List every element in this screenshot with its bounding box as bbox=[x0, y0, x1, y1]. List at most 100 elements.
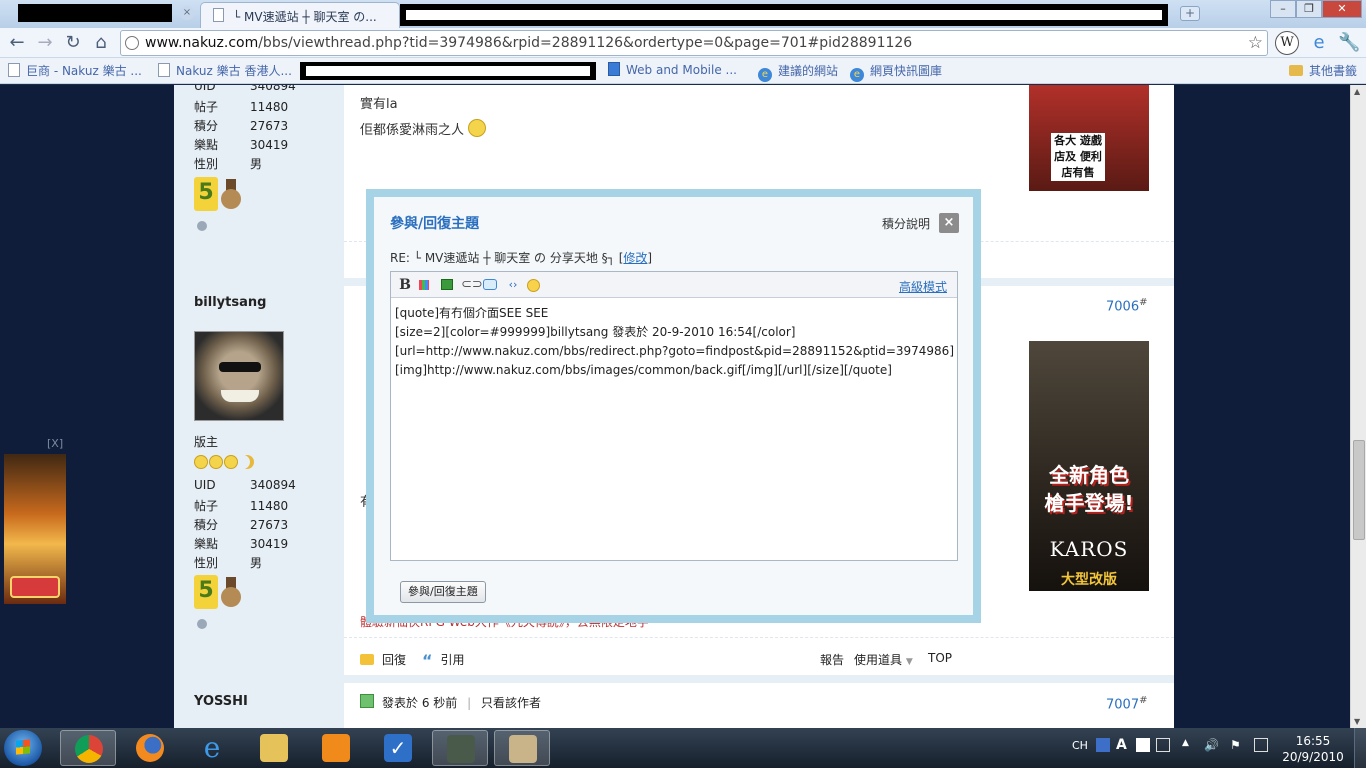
post-number[interactable]: 7007# bbox=[1106, 695, 1147, 712]
image-icon[interactable] bbox=[441, 279, 453, 290]
volume-icon[interactable]: 🔊 bbox=[1204, 738, 1219, 752]
stat-row: UID 340894 bbox=[194, 85, 296, 93]
explorer-taskbar-icon[interactable] bbox=[246, 730, 302, 766]
reply-action[interactable]: 回復 bbox=[360, 651, 406, 668]
page-icon bbox=[608, 62, 620, 76]
jushang-taskbar-icon[interactable] bbox=[494, 730, 550, 766]
top-right-ad[interactable]: 各大 遊戲店及 便利店有售 bbox=[1029, 85, 1149, 191]
stat-row: 帖子 11480 bbox=[194, 100, 289, 114]
edit-link[interactable]: 修改 bbox=[623, 251, 647, 265]
color-grid-icon[interactable] bbox=[419, 280, 429, 290]
divider bbox=[344, 637, 1174, 638]
advanced-mode-link[interactable]: 高級模式 bbox=[899, 278, 947, 295]
editor-textarea[interactable]: [quote]有冇個介面SEE SEE [size=2][color=#9999… bbox=[395, 304, 955, 380]
tools-action[interactable]: 使用道具 ▼ bbox=[854, 651, 913, 668]
chevron-down-icon: ▼ bbox=[905, 657, 913, 667]
reply-dialog: 參與/回復主題 積分說明 × RE: └ MV速遞站 ┼ 聊天室 の 分享天地 … bbox=[366, 189, 981, 623]
editor-toolbar: B ⊂⊃ ‹› 高級模式 bbox=[391, 272, 957, 298]
dialog-title: 參與/回復主題 bbox=[390, 216, 480, 232]
back-arrow-icon[interactable]: ← bbox=[6, 32, 28, 54]
karos-ad[interactable]: 全新角色 槍手登場! KAROS 大型改版 bbox=[1029, 341, 1149, 591]
scroll-up-icon[interactable]: ▲ bbox=[1354, 87, 1360, 96]
post-number[interactable]: 7006# bbox=[1106, 297, 1147, 314]
page-scrollbar[interactable]: ▲ ▼ bbox=[1350, 85, 1366, 728]
home-icon[interactable]: ⌂ bbox=[90, 32, 112, 54]
bold-button[interactable]: B bbox=[397, 277, 413, 293]
quote-action[interactable]: “引用 bbox=[422, 651, 465, 670]
app-taskbar-icon[interactable]: ✓ bbox=[370, 730, 426, 766]
credits-help-link[interactable]: 積分說明 bbox=[882, 215, 930, 232]
bookmark-item[interactable]: e 網頁快訊圖庫 bbox=[850, 62, 942, 82]
stat-row: UID 340894 bbox=[194, 478, 296, 492]
quote-bubble-icon[interactable] bbox=[483, 279, 497, 290]
scroll-down-icon[interactable]: ▼ bbox=[1354, 717, 1360, 726]
code-icon[interactable]: ‹› bbox=[505, 277, 521, 293]
redacted-tabs[interactable] bbox=[400, 4, 1168, 26]
close-icon[interactable]: × bbox=[939, 213, 959, 233]
redacted-tab[interactable] bbox=[18, 4, 172, 22]
show-hidden-icon[interactable]: ▲ bbox=[1182, 738, 1196, 752]
bookmark-item[interactable]: 巨商 - Nakuz 樂古 ... bbox=[8, 62, 142, 79]
address-bar[interactable]: www.nakuz.com/bbs/viewthread.php?tid=397… bbox=[120, 30, 1268, 56]
reply-editor[interactable]: B ⊂⊃ ‹› 高級模式 [quote]有冇個介面SEE SEE [size=2… bbox=[390, 271, 958, 561]
new-tab-button[interactable]: + bbox=[1180, 6, 1200, 21]
ie-icon: e bbox=[758, 68, 772, 82]
font-icon[interactable]: A bbox=[1116, 738, 1130, 752]
menu-icon[interactable] bbox=[1156, 738, 1170, 752]
clock[interactable]: 16:55 20/9/2010 bbox=[1278, 733, 1348, 765]
wrench-icon[interactable]: 🔧 bbox=[1338, 32, 1360, 54]
rank-stars bbox=[194, 455, 254, 472]
left-ad-close[interactable]: [X] bbox=[47, 437, 63, 450]
ie-tab-icon[interactable]: e bbox=[1308, 32, 1330, 54]
redacted-bookmark[interactable] bbox=[300, 62, 596, 80]
reload-icon[interactable]: ↻ bbox=[62, 32, 84, 54]
ie-taskbar-icon[interactable]: e bbox=[184, 730, 240, 766]
ime-icon[interactable] bbox=[1096, 738, 1110, 752]
folder-icon bbox=[1289, 65, 1303, 76]
bookmark-star-icon[interactable]: ☆ bbox=[1248, 33, 1263, 53]
report-action[interactable]: 報告 bbox=[820, 651, 844, 668]
show-desktop-button[interactable] bbox=[1354, 728, 1366, 768]
link-icon[interactable]: ⊂⊃ bbox=[461, 277, 483, 293]
extension-icon[interactable]: W bbox=[1275, 31, 1299, 55]
other-bookmarks[interactable]: 其他書籤 bbox=[1289, 62, 1357, 79]
start-button[interactable] bbox=[4, 730, 42, 766]
bookmarks-bar: 巨商 - Nakuz 樂古 ... Nakuz 樂古 香港人... Web an… bbox=[0, 58, 1366, 84]
display-icon[interactable] bbox=[1136, 738, 1150, 752]
avatar[interactable] bbox=[194, 331, 284, 421]
bookmark-item[interactable]: Nakuz 樂古 香港人... bbox=[158, 62, 292, 79]
browser-tab-strip: × └ MV速遞站 ┼ 聊天室 の... + – ❐ ✕ bbox=[0, 0, 1366, 28]
bookmark-item[interactable]: Web and Mobile ... bbox=[608, 62, 737, 77]
tab-close-icon[interactable]: × bbox=[180, 6, 194, 20]
page-icon bbox=[213, 8, 224, 22]
input-language[interactable]: CH bbox=[1072, 739, 1088, 752]
bookmark-item[interactable]: e 建議的網站 bbox=[758, 62, 838, 82]
pin-icon bbox=[197, 221, 207, 231]
smiley-icon[interactable] bbox=[527, 279, 540, 292]
user-rank: 版主 bbox=[194, 435, 219, 449]
chrome-taskbar-icon[interactable] bbox=[60, 730, 116, 766]
pin-icon bbox=[197, 619, 207, 629]
page-icon bbox=[158, 63, 170, 77]
top-action[interactable]: TOP bbox=[928, 651, 952, 665]
username[interactable]: billytsang bbox=[194, 295, 266, 310]
submit-reply-button[interactable]: 參與/回復主題 bbox=[400, 581, 486, 603]
scroll-thumb[interactable] bbox=[1353, 440, 1365, 540]
reply-icon bbox=[360, 654, 374, 665]
network-icon[interactable] bbox=[1254, 738, 1268, 752]
maximize-button[interactable]: ❐ bbox=[1296, 0, 1322, 18]
close-window-button[interactable]: ✕ bbox=[1322, 0, 1362, 18]
tab-active[interactable]: └ MV速遞站 ┼ 聊天室 の... bbox=[200, 2, 400, 28]
ie-icon: e bbox=[850, 68, 864, 82]
medal-icons: 5 bbox=[194, 177, 242, 213]
stat-row: 樂點 30419 bbox=[194, 138, 289, 152]
left-banner-ad[interactable] bbox=[4, 454, 66, 604]
firefox-taskbar-icon[interactable] bbox=[122, 730, 178, 766]
media-player-taskbar-icon[interactable] bbox=[308, 730, 364, 766]
forward-arrow-icon[interactable]: → bbox=[34, 32, 56, 54]
game-taskbar-icon[interactable] bbox=[432, 730, 488, 766]
minimize-button[interactable]: – bbox=[1270, 0, 1296, 18]
flag-icon[interactable]: ⚑ bbox=[1230, 738, 1244, 752]
post-text: 實有la bbox=[360, 97, 398, 112]
username[interactable]: YOSSHI bbox=[194, 694, 248, 709]
